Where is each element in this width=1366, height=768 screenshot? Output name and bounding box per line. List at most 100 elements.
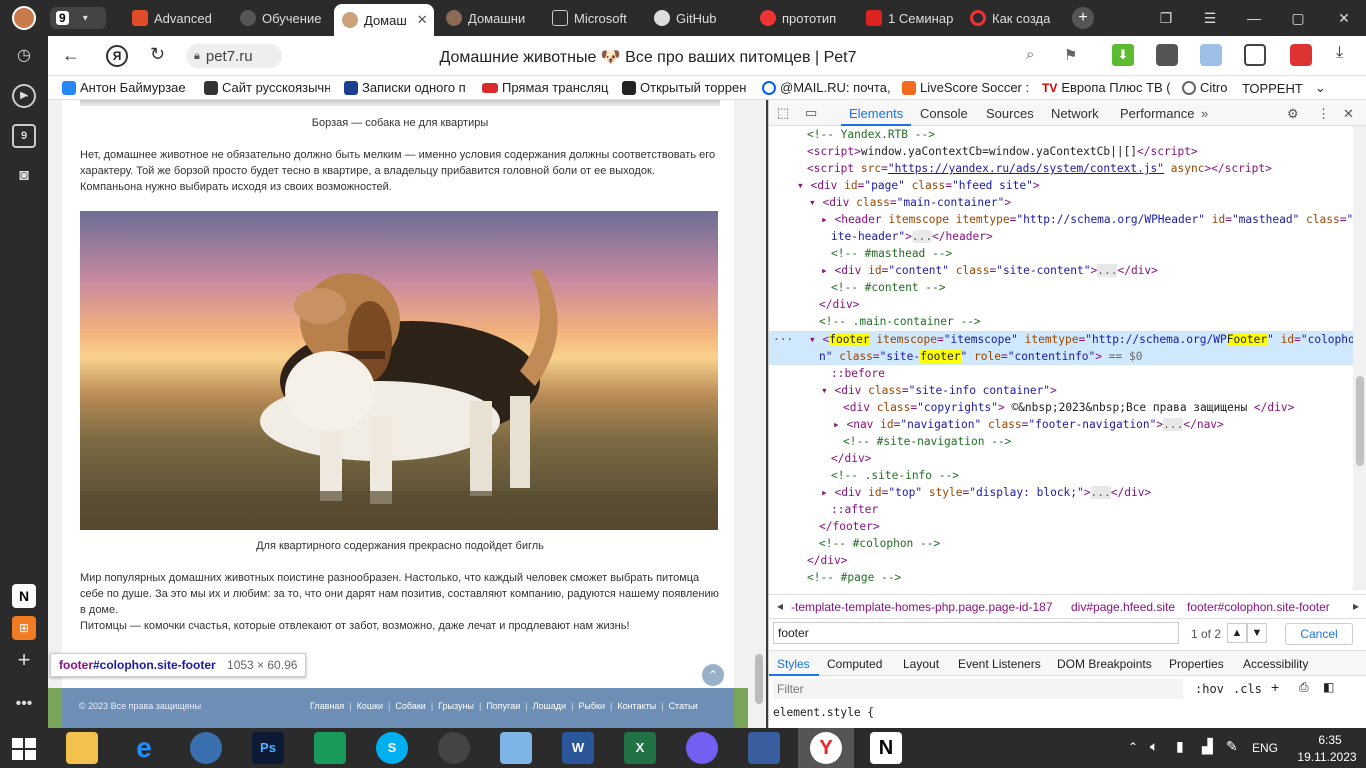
clock-time[interactable]: 6:35 (1300, 733, 1360, 747)
tab-count-badge[interactable]: 9 ▾ (50, 7, 106, 29)
tab-github[interactable]: GitHub (646, 4, 746, 32)
download-icon[interactable]: ⬇ (1112, 44, 1134, 66)
collections-icon[interactable]: ❐ (1156, 8, 1176, 28)
extension-icon[interactable] (1156, 44, 1178, 66)
device-icon[interactable]: ▭ (805, 105, 817, 121)
autocad-icon[interactable] (314, 732, 346, 764)
downloads-arrow-icon[interactable]: ⤓ (1336, 44, 1343, 62)
extension-badge-icon[interactable] (1200, 44, 1222, 66)
profile-avatar[interactable] (12, 6, 36, 30)
scrollbar-thumb[interactable] (1356, 376, 1364, 466)
cls-button[interactable]: .cls (1233, 682, 1262, 696)
search-input[interactable]: footer (773, 622, 1179, 644)
close-window-icon[interactable]: ✕ (1334, 8, 1354, 28)
office-icon[interactable] (1244, 44, 1266, 66)
breadcrumb-right-icon[interactable]: ▸ (1353, 599, 1359, 613)
bookmark-item[interactable]: Открытый торрен (622, 80, 750, 95)
footer-link[interactable]: Попугаи (486, 701, 520, 711)
footer-link[interactable]: Кошки (357, 701, 383, 711)
bookmark-item[interactable]: Сайт русскоязычн (204, 80, 330, 95)
tab-seminar[interactable]: 1 Семинар (858, 4, 958, 32)
tab-styles[interactable]: Styles (777, 657, 810, 671)
bookmark-item[interactable]: Записки одного п (344, 80, 468, 95)
add-icon[interactable]: + (12, 648, 36, 672)
file-explorer-icon[interactable] (66, 732, 98, 764)
yandex-music-icon[interactable] (190, 732, 222, 764)
bookmark-icon[interactable]: ⚑ (1064, 46, 1077, 64)
pen-icon[interactable]: ✎ (1226, 738, 1238, 755)
tab-performance[interactable]: Performance (1120, 106, 1194, 121)
element-style[interactable]: element.style { (773, 704, 874, 721)
tab-accessibility[interactable]: Accessibility (1243, 657, 1308, 671)
volume-icon[interactable]: 🔈︎ (1150, 738, 1158, 755)
tabs-nine-icon[interactable]: 9 (12, 124, 36, 148)
tab-active-domashnie[interactable]: Домаш ✕ (334, 4, 434, 36)
notion-taskbar-icon[interactable]: N (870, 732, 902, 764)
close-icon[interactable]: ✕ (417, 12, 428, 28)
bookmark-item[interactable]: Citro (1182, 80, 1232, 95)
clock-icon[interactable]: ◷ (12, 44, 36, 68)
tab-computed[interactable]: Computed (827, 657, 882, 671)
filter-input[interactable]: Filter (773, 679, 1183, 699)
grid-icon[interactable] (1290, 44, 1312, 66)
dom-scrollbar[interactable] (1353, 126, 1366, 590)
settings-gear-icon[interactable]: ⚙ (1287, 106, 1299, 122)
bookmark-item[interactable]: @MAIL.RU: почта, (762, 80, 892, 95)
prev-match-button[interactable]: ▲ (1227, 623, 1247, 643)
footer-link[interactable]: Грызуны (438, 701, 474, 711)
tab-layout[interactable]: Layout (903, 657, 939, 671)
excel-icon[interactable]: X (624, 732, 656, 764)
battery-icon[interactable]: ▮ (1176, 738, 1184, 755)
bookmark-folder[interactable]: ТОРРЕНТ ⌄ (1242, 80, 1332, 96)
viber-icon[interactable] (686, 732, 718, 764)
hov-button[interactable]: :hov (1195, 682, 1224, 696)
breadcrumb-item[interactable]: footer#colophon.site-footer (1187, 600, 1330, 614)
cancel-button[interactable]: Cancel (1285, 623, 1353, 645)
footer-link[interactable]: Собаки (395, 701, 425, 711)
tab-domashnie-2[interactable]: Домашни (438, 4, 538, 32)
skype-icon[interactable]: S (376, 732, 408, 764)
tab-advanced[interactable]: Advanced (124, 4, 224, 32)
internet-explorer-icon[interactable]: e (128, 732, 160, 764)
windows-start-icon[interactable] (12, 738, 36, 760)
tab-obuchenie[interactable]: Обучение (232, 4, 330, 32)
tab-event-listeners[interactable]: Event Listeners (958, 657, 1041, 671)
back-arrow-icon[interactable]: ← (62, 45, 80, 66)
next-match-button[interactable]: ▼ (1247, 623, 1267, 643)
maximize-icon[interactable]: ▢ (1288, 8, 1308, 28)
tab-console[interactable]: Console (920, 106, 968, 121)
more-tabs-icon[interactable]: » (1201, 106, 1208, 121)
clock-date[interactable]: 19.11.2023 (1292, 750, 1362, 764)
sitemap-icon[interactable]: ⊞ (12, 616, 36, 640)
yandex-browser-taskbar[interactable]: Y (798, 728, 854, 768)
tab-sources[interactable]: Sources (986, 106, 1034, 121)
breadcrumb-item[interactable]: -template-template-homes-php.page.page-i… (791, 600, 1053, 614)
bookmark-item[interactable]: TV Европа Плюс ТВ ( (1042, 80, 1170, 95)
reload-icon[interactable]: ↻ (150, 44, 165, 65)
breadcrumb-item[interactable]: div#page.hfeed.site (1071, 600, 1175, 614)
bookmark-item[interactable]: LiveScore Soccer : (902, 80, 1028, 95)
url-pill[interactable]: 🔒︎ pet7.ru (186, 44, 282, 68)
tab-properties[interactable]: Properties (1169, 657, 1224, 671)
floppy-icon[interactable] (748, 732, 780, 764)
minimize-icon[interactable]: — (1244, 8, 1264, 28)
footer-link[interactable]: Лошади (533, 701, 566, 711)
app-icon[interactable] (438, 732, 470, 764)
tab-prototip[interactable]: прототип (752, 4, 852, 32)
tray-chevron-icon[interactable]: ⌃ (1128, 740, 1138, 754)
add-rule-icon[interactable]: + (1271, 679, 1279, 695)
footer-link[interactable]: Главная (310, 701, 344, 711)
paint-icon[interactable]: ⎙ (1299, 680, 1309, 695)
footer-link[interactable]: Контакты (617, 701, 656, 711)
menu-icon[interactable]: ☰ (1200, 8, 1220, 28)
scroll-up-button[interactable]: ⌃ (702, 664, 724, 686)
breadcrumb-left-icon[interactable]: ◂ (777, 599, 783, 613)
yandex-button[interactable]: Я (106, 45, 128, 67)
footer-link[interactable]: Статьи (669, 701, 698, 711)
tab-network[interactable]: Network (1051, 106, 1099, 121)
play-circle-icon[interactable]: ▶ (12, 84, 36, 108)
tab-microsoft[interactable]: Microsoft (544, 4, 640, 32)
footer-link[interactable]: Рыбки (578, 701, 605, 711)
sidebar-toggle-icon[interactable]: ◧ (1323, 680, 1334, 694)
calculator-icon[interactable] (500, 732, 532, 764)
